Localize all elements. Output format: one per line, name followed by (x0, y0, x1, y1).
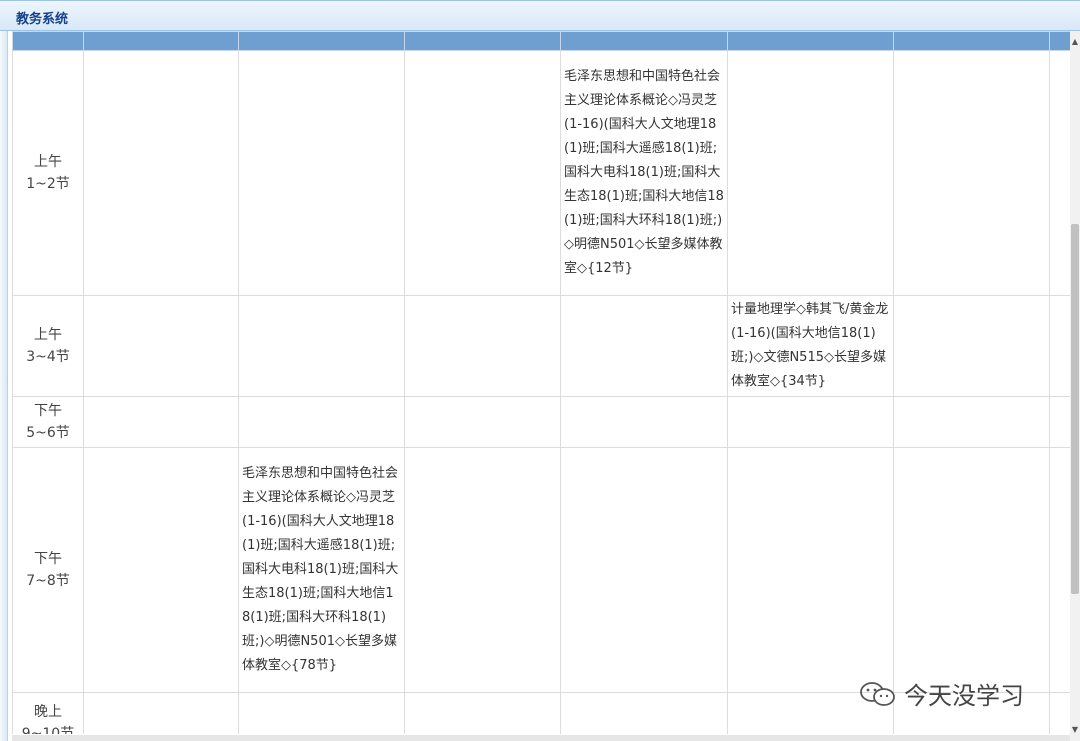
scroll-up-arrow-icon[interactable]: ▲ (1070, 35, 1080, 49)
header-cell (1049, 31, 1070, 51)
course-cell (238, 295, 405, 397)
period-label: 下午 (34, 403, 62, 419)
course-cell (238, 692, 405, 734)
header-cell (238, 31, 405, 51)
vertical-scrollbar[interactable]: ▲ ▼ (1070, 31, 1080, 741)
course-cell[interactable]: 毛泽东思想和中国特色社会主义理论体系概论◇冯灵芝(1-16)(国科大人文地理18… (238, 447, 405, 693)
course-cell (83, 692, 239, 734)
period-cell: 下午 7~8节 (12, 447, 84, 693)
period-range: 1~2节 (26, 176, 70, 192)
period-cell: 下午 5~6节 (12, 396, 84, 448)
course-cell (83, 447, 239, 693)
timetable-container: 上午 1~2节 毛泽东思想和中国特色社会主义理论体系概论◇冯灵芝(1-16)(国… (12, 31, 1070, 734)
course-cell (238, 50, 405, 296)
course-cell (1049, 447, 1070, 693)
course-cell (560, 692, 728, 734)
period-range: 9~10节 (21, 725, 75, 735)
scroll-down-arrow-icon[interactable]: ▼ (1070, 723, 1080, 737)
header-cell (404, 31, 561, 51)
period-label: 上午 (34, 154, 62, 170)
horizontal-scrollbar[interactable] (12, 735, 1070, 741)
watermark: 今天没学习 (858, 676, 1024, 711)
course-cell (893, 396, 1050, 448)
course-cell (893, 447, 1050, 693)
course-cell (893, 295, 1050, 397)
course-cell (83, 50, 239, 296)
timetable: 上午 1~2节 毛泽东思想和中国特色社会主义理论体系概论◇冯灵芝(1-16)(国… (12, 31, 1070, 734)
scrollbar-thumb[interactable] (1071, 224, 1079, 594)
period-range: 5~6节 (26, 425, 70, 441)
course-cell[interactable]: 计量地理学◇韩其飞/黄金龙(1-16)(国科大地信18(1)班;)◇文德N515… (727, 295, 894, 397)
table-row: 上午 3~4节 计量地理学◇韩其飞/黄金龙(1-16)(国科大地信18(1)班;… (12, 295, 1070, 397)
course-cell (727, 447, 894, 693)
course-cell (727, 50, 894, 296)
left-panel-edge (0, 31, 8, 741)
header-cell (560, 31, 728, 51)
course-cell (1049, 692, 1070, 734)
course-cell (1049, 295, 1070, 397)
timetable-header-row (12, 31, 1070, 51)
header-cell (83, 31, 239, 51)
course-cell (1049, 396, 1070, 448)
table-row: 下午 5~6节 (12, 396, 1070, 448)
table-row: 上午 1~2节 毛泽东思想和中国特色社会主义理论体系概论◇冯灵芝(1-16)(国… (12, 50, 1070, 296)
course-cell (560, 295, 728, 397)
course-cell (83, 295, 239, 397)
period-range: 3~4节 (26, 349, 70, 365)
header-cell (893, 31, 1050, 51)
period-label: 晚上 (34, 703, 62, 720)
header-cell (727, 31, 894, 51)
course-cell (404, 295, 561, 397)
period-cell: 上午 1~2节 (12, 50, 84, 296)
course-cell (83, 396, 239, 448)
table-row: 下午 7~8节 毛泽东思想和中国特色社会主义理论体系概论◇冯灵芝(1-16)(国… (12, 447, 1070, 693)
course-cell (404, 396, 561, 448)
course-cell (727, 396, 894, 448)
course-cell (560, 396, 728, 448)
window-titlebar: 教务系统 (0, 0, 1080, 31)
header-cell (12, 31, 84, 51)
window-title: 教务系统 (16, 12, 69, 27)
course-cell (404, 50, 561, 296)
course-cell (404, 447, 561, 693)
period-label: 上午 (34, 327, 62, 343)
period-cell: 上午 3~4节 (12, 295, 84, 397)
period-cell: 晚上 9~10节 (12, 692, 84, 735)
period-label: 下午 (34, 551, 62, 567)
course-cell (1049, 50, 1070, 296)
course-cell[interactable]: 毛泽东思想和中国特色社会主义理论体系概论◇冯灵芝(1-16)(国科大人文地理18… (560, 50, 728, 296)
course-cell (560, 447, 728, 693)
watermark-text: 今天没学习 (904, 682, 1024, 710)
period-range: 7~8节 (26, 573, 70, 589)
course-cell (404, 692, 561, 734)
wechat-icon (858, 680, 898, 708)
course-cell (893, 50, 1050, 296)
course-cell (238, 396, 405, 448)
